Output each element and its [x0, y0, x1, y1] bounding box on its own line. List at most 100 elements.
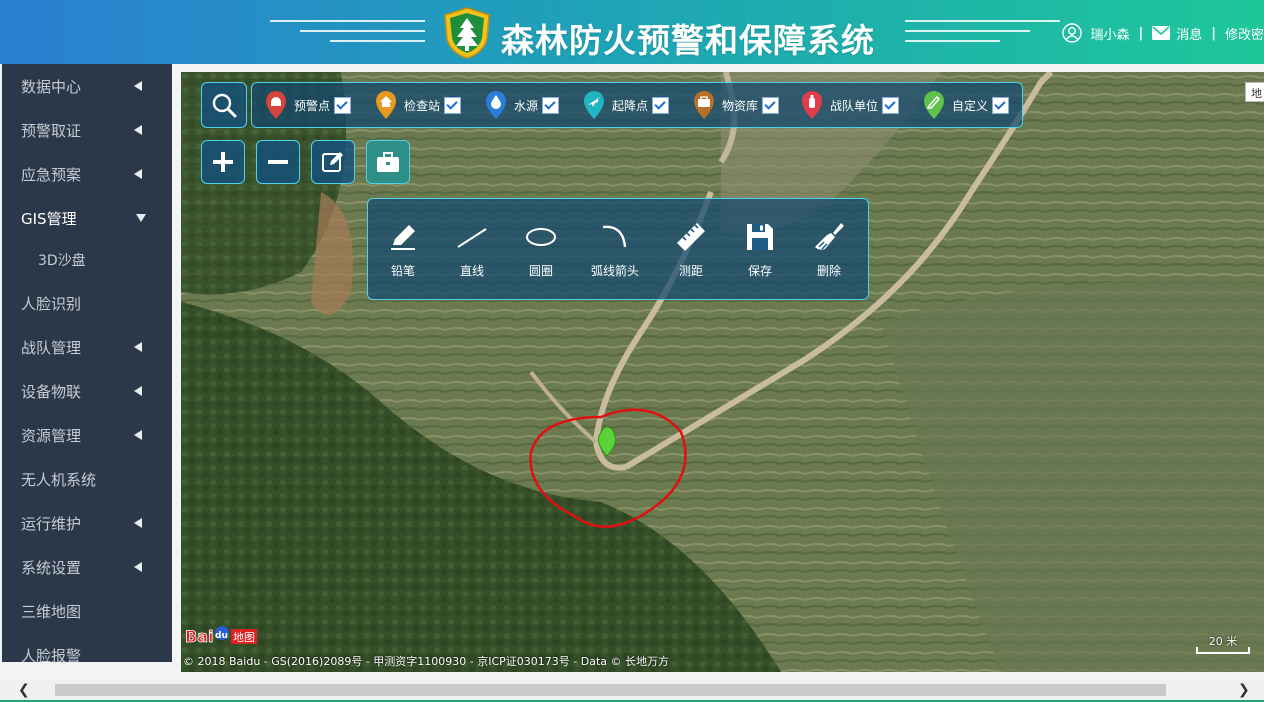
pencil-icon: [391, 225, 415, 250]
caret-left-icon: [134, 430, 142, 440]
alarm-pin-icon: [266, 91, 286, 119]
tool-ellipse[interactable]: 圆圈: [509, 199, 573, 299]
brush-icon: [815, 223, 844, 250]
map-type-button[interactable]: 地: [1245, 82, 1264, 102]
change-password-link[interactable]: 修改密: [1225, 24, 1264, 43]
app-title: 森林防火预警和保障系统: [501, 21, 875, 60]
header-decoration-line: [905, 20, 1060, 22]
satellite-map[interactable]: 预警点 检查站 水源 起降点 物资库 战队单位 自定义 铅笔 直线 圆圈 弧线箭…: [181, 72, 1264, 672]
sidebar-item-face-alarm[interactable]: 人脸报警: [2, 633, 172, 663]
sidebar-item-label: GIS管理: [21, 209, 77, 228]
briefcase-pin-icon: [694, 91, 714, 119]
tool-ruler[interactable]: 测距: [659, 199, 723, 299]
zoom-out-button[interactable]: [256, 140, 300, 184]
user-icon: [1062, 23, 1083, 43]
forest-shield-logo: [444, 7, 490, 59]
edit-button[interactable]: [311, 140, 355, 184]
layer-toggle-team-unit[interactable]: 战队单位: [800, 83, 900, 127]
sidebar-item-face-recognition[interactable]: 人脸识别: [2, 281, 172, 325]
arc-arrow-icon: [602, 225, 627, 248]
checkbox[interactable]: [334, 96, 352, 114]
tool-delete[interactable]: 删除: [797, 199, 861, 299]
divider: |: [1211, 25, 1216, 41]
header-decoration-line: [270, 20, 425, 22]
sidebar-subitem-3d-sandbox[interactable]: 3D沙盘: [2, 240, 172, 280]
sidebar-item-3d-map[interactable]: 三维地图: [2, 589, 172, 633]
sidebar-item-system-settings[interactable]: 系统设置: [2, 545, 172, 589]
checkbox[interactable]: [444, 96, 462, 114]
zoom-in-button[interactable]: [201, 140, 245, 184]
sidebar-item-emergency-plan[interactable]: 应急预案: [2, 152, 172, 196]
tool-label: 铅笔: [390, 264, 415, 278]
sidebar-item-label: 数据中心: [21, 77, 82, 96]
scroll-right-arrow-icon[interactable]: ❯: [1238, 682, 1250, 698]
layer-label: 预警点: [294, 98, 331, 113]
checkbox[interactable]: [542, 96, 560, 114]
layer-toggle-warning-point[interactable]: 预警点: [264, 83, 352, 127]
svg-text:地图: 地图: [233, 631, 255, 644]
tool-save[interactable]: 保存: [728, 199, 792, 299]
sidebar-item-team-management[interactable]: 战队管理: [2, 325, 172, 369]
sidebar-item-label: 资源管理: [21, 426, 82, 445]
mail-icon: [1152, 26, 1171, 40]
sidebar-item-gis-management[interactable]: GIS管理: [2, 196, 172, 240]
edit-icon: [322, 152, 343, 172]
house-pin-icon: [376, 91, 396, 119]
tool-pencil[interactable]: 铅笔: [371, 199, 435, 299]
caret-left-icon: [134, 169, 142, 179]
sidebar-item-label: 人脸识别: [21, 294, 82, 313]
water-drop-pin-icon: [486, 91, 506, 119]
toolbox-button[interactable]: [366, 140, 410, 184]
checkbox[interactable]: [992, 96, 1010, 114]
layer-label: 物资库: [722, 98, 759, 113]
user-area: 瑞小森 | 消息 | 修改密: [1062, 20, 1264, 46]
sidebar-item-label: 人脸报警: [21, 646, 82, 663]
scale-ruler: [1196, 647, 1250, 654]
svg-text:du: du: [215, 631, 228, 641]
tool-arc-arrow[interactable]: 弧线箭头: [583, 199, 647, 299]
app-header: 森林防火预警和保障系统 瑞小森 | 消息 | 修改密: [0, 0, 1264, 64]
layer-label: 水源: [514, 98, 539, 113]
svg-text:Bai: Bai: [185, 627, 213, 646]
sidebar-item-warning-evidence[interactable]: 预警取证: [2, 108, 172, 152]
caret-left-icon: [134, 562, 142, 572]
messages-link[interactable]: 消息: [1176, 24, 1202, 43]
extinguisher-pin-icon: [802, 91, 822, 119]
layer-toggle-checkpoint[interactable]: 检查站: [374, 83, 462, 127]
checkbox[interactable]: [762, 96, 780, 114]
horizontal-scrollbar[interactable]: ❮ ❯: [0, 680, 1264, 700]
layer-label: 起降点: [612, 98, 649, 113]
save-icon: [747, 224, 773, 250]
ellipse-icon: [526, 228, 556, 246]
sidebar-item-label: 战队管理: [21, 338, 82, 357]
tool-label: 圆圈: [528, 264, 553, 278]
caret-left-icon: [134, 81, 142, 91]
sidebar-item-device-iot[interactable]: 设备物联: [2, 369, 172, 413]
layer-toggle-water-source[interactable]: 水源: [484, 83, 560, 127]
layer-toggle-custom[interactable]: 自定义: [922, 83, 1010, 127]
layer-toggle-supply-depot[interactable]: 物资库: [692, 83, 780, 127]
sidebar-item-drone-system[interactable]: 无人机系统: [2, 457, 172, 501]
layer-toggle-landing-point[interactable]: 起降点: [582, 83, 670, 127]
map-copyright: © 2018 Baidu - GS(2016)2089号 - 甲测资字11009…: [183, 655, 670, 668]
sidebar-item-resource-management[interactable]: 资源管理: [2, 413, 172, 457]
layer-label: 自定义: [952, 98, 989, 113]
tool-label: 保存: [747, 264, 772, 278]
user-name-link[interactable]: 瑞小森: [1090, 24, 1129, 43]
plane-pin-icon: [584, 91, 604, 119]
ruler-icon: [677, 223, 705, 251]
sidebar-item-data-center[interactable]: 数据中心: [2, 64, 172, 108]
scrollbar-thumb[interactable]: [55, 684, 1166, 696]
checkbox[interactable]: [882, 96, 900, 114]
checkbox[interactable]: [652, 96, 670, 114]
map-scale: 20 米: [1196, 633, 1250, 654]
sidebar-item-operations[interactable]: 运行维护: [2, 501, 172, 545]
tool-line[interactable]: 直线: [440, 199, 504, 299]
map-search-button[interactable]: [201, 82, 247, 128]
toolbox-icon: [377, 152, 399, 172]
scroll-left-arrow-icon[interactable]: ❮: [18, 682, 30, 698]
line-icon: [457, 228, 487, 248]
sidebar-nav: 数据中心 预警取证 应急预案 GIS管理 3D沙盘 人脸识别 战队管理 设备物联…: [2, 64, 172, 662]
baidu-logo-icon: Bai du 地图: [185, 626, 257, 646]
sidebar-item-label: 设备物联: [21, 382, 82, 401]
